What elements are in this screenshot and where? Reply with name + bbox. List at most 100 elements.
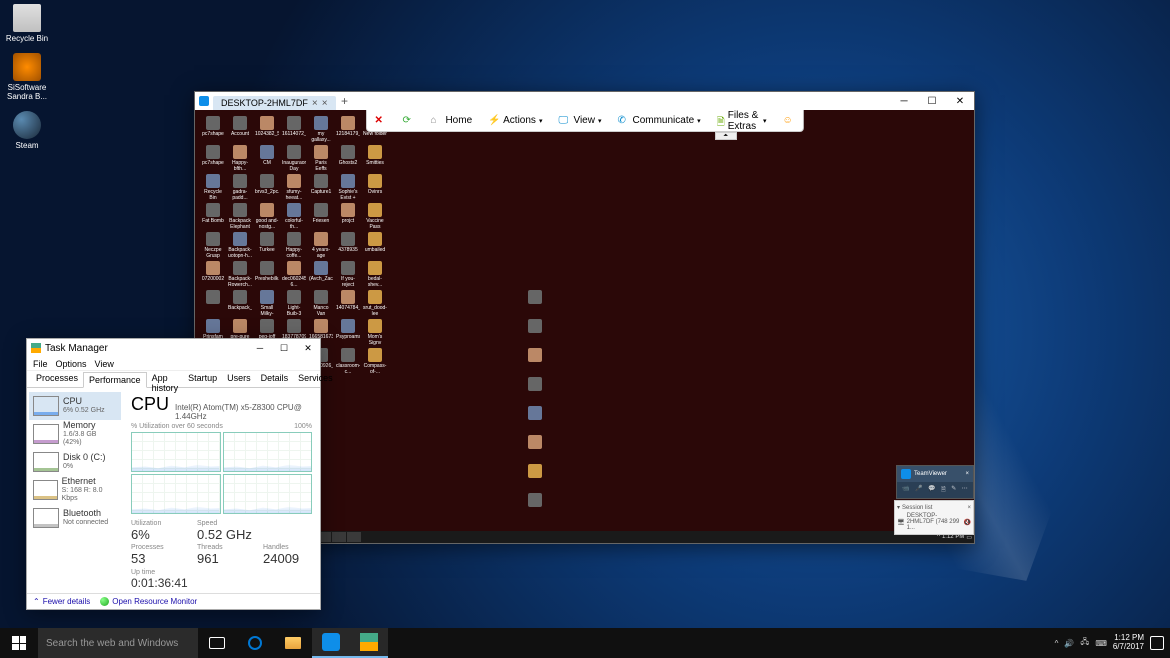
tv-tool-file-icon[interactable]: 🗎 [941,485,946,495]
resource-ethernet[interactable]: EthernetS: 168 R: 8.0 Kbps [29,476,121,504]
file-explorer-taskbar-button[interactable] [274,628,312,658]
task-manager-taskbar-button[interactable] [350,628,388,658]
chevron-down-icon[interactable]: ▾ [897,504,900,511]
remote-desktop-icon[interactable]: Neczpe Grusp [201,232,225,258]
remote-desktop-icon[interactable] [523,348,547,374]
remote-desktop-icon[interactable] [523,377,547,403]
remote-desktop-icon[interactable]: sfumy-heeat... [282,174,306,200]
session-entry[interactable]: DESKTOP-2HML7DF (748 299 1... [907,513,962,531]
teamviewer-home-button[interactable]: ⌂Home [422,110,480,131]
remote-desktop-icon[interactable] [523,435,547,461]
tv-tool-more-icon[interactable]: ⋯ [962,485,968,495]
remote-desktop-icon[interactable]: Paris Eeffs [309,145,333,171]
session-list-close-icon[interactable]: × [967,505,971,511]
remote-desktop-icon[interactable]: Happy-coffe... [282,232,306,258]
remote-desktop-icon[interactable]: Compass-of-... [363,348,387,374]
teamviewer-toolbar-collapse-icon[interactable]: ⏶ [715,132,737,140]
remote-desktop-icon[interactable]: CM [255,145,279,171]
remote-desktop-icon[interactable]: classroom-c... [336,348,360,374]
remote-desktop-icon[interactable]: 14074784_1... [336,290,360,316]
remote-desktop-icon[interactable]: 12184179_1... [336,116,360,142]
menu-options[interactable]: Options [56,359,87,369]
remote-desktop-icon[interactable]: dec060245-6... [282,261,306,287]
session-mute-icon[interactable]: 🔇 [964,519,971,526]
teamviewer-session-tab[interactable]: DESKTOP-2HML7DF × × [213,96,336,110]
remote-desktop-icon[interactable] [523,290,547,316]
resource-memory[interactable]: Memory1.6/3.8 GB (42%) [29,420,121,448]
menu-file[interactable]: File [33,359,48,369]
remote-desktop-icon[interactable]: 16114072_1... [282,116,306,142]
remote-desktop-icon[interactable]: Recycle Bin [201,174,225,200]
open-resource-monitor-link[interactable]: Open Resource Monitor [100,597,197,606]
remote-desktop-icon[interactable] [523,464,547,490]
teamviewer-side-panel[interactable]: TeamViewer × 📹 🎤 💬 🗎 ✎ ⋯ [896,465,974,499]
remote-desktop-icon[interactable]: Mom's Signv [363,319,387,345]
clock[interactable]: 1:12 PM 6/7/2017 [1113,634,1144,652]
menu-view[interactable]: View [95,359,114,369]
remote-desktop-icon[interactable]: Turkee [255,232,279,258]
teamviewer-refresh-button[interactable]: ⟳ [394,110,422,131]
tab-services[interactable]: Services [293,371,338,387]
remote-desktop-icon[interactable]: Preshebilk... [255,261,279,287]
tv-tool-chat-icon[interactable]: 💬 [928,485,935,495]
recycle-bin-icon[interactable]: Recycle Bin [4,4,50,43]
teamviewer-minimize-button[interactable]: ─ [890,92,918,110]
remote-desktop-icon[interactable]: Friesen [309,203,333,229]
remote-desktop-icon[interactable]: Manco Van [309,290,333,316]
remote-desktop-icon[interactable]: Small Milky-Summer [255,290,279,316]
search-input[interactable]: Search the web and Windows [38,628,198,658]
task-manager-titlebar[interactable]: Task Manager ─ ☐ ✕ [27,339,320,357]
remote-desktop-icon[interactable]: Smitties [363,145,387,171]
tab-processes[interactable]: Processes [31,371,83,387]
remote-desktop-icon[interactable]: brvs3_2pc... [255,174,279,200]
remote-desktop-icon[interactable]: my gallaxy... [309,116,333,142]
task-manager-minimize-button[interactable]: ─ [248,339,272,357]
remote-desktop-icon[interactable]: Psyproams [336,319,360,345]
teamviewer-actions-menu[interactable]: ⚡Actions▾ [480,110,550,131]
remote-desktop-icon[interactable]: projct [336,203,360,229]
remote-desktop-icon[interactable]: Capture1 [309,174,333,200]
remote-desktop-icon[interactable]: pc7shape [201,116,225,142]
remote-task-item[interactable] [347,532,361,542]
remote-desktop-icon[interactable]: gadra-padd... [228,174,252,200]
action-center-icon[interactable] [1150,636,1164,650]
start-button[interactable] [0,628,38,658]
tab-app-history[interactable]: App history [147,371,184,387]
teamviewer-files-menu[interactable]: 🗎Files & Extras▾ [709,110,775,131]
tv-tool-mic-icon[interactable]: 🎤 [915,485,922,495]
remote-desktop-icon[interactable]: 4 years-age [309,232,333,258]
teamviewer-tab-close2-icon[interactable]: × [322,98,328,109]
tab-users[interactable]: Users [222,371,256,387]
task-manager-maximize-button[interactable]: ☐ [272,339,296,357]
task-manager-close-button[interactable]: ✕ [296,339,320,357]
teamviewer-close-button[interactable]: ✕ [946,92,974,110]
steam-icon[interactable]: Steam [4,111,50,150]
remote-desktop-icon[interactable]: srut_dood-lee [363,290,387,316]
remote-desktop-icon[interactable]: 07200002 [201,261,225,287]
tray-keyboard-icon[interactable]: ⌨ [1095,639,1107,648]
tv-tool-board-icon[interactable]: ✎ [951,485,956,495]
remote-desktop-icon[interactable]: Ghosts2 [336,145,360,171]
task-view-button[interactable] [198,628,236,658]
remote-desktop-icon[interactable] [201,290,225,316]
remote-desktop-icon[interactable]: Happy-bfth... [228,145,252,171]
tray-volume-icon[interactable]: 🔊 [1064,639,1074,648]
remote-desktop-icon[interactable] [523,319,547,345]
teamviewer-panel-close-icon[interactable]: × [965,471,969,477]
tray-chevron-icon[interactable]: ^ [1055,639,1059,648]
edge-taskbar-button[interactable] [236,628,274,658]
teamviewer-new-tab-button[interactable]: + [338,94,352,108]
teamviewer-taskbar-button[interactable] [312,628,350,658]
remote-desktop-icon[interactable]: Account [228,116,252,142]
remote-desktop-icon[interactable]: good and-nostg... [255,203,279,229]
teamviewer-communicate-menu[interactable]: ✆Communicate▾ [609,110,708,131]
teamviewer-tab-close-icon[interactable]: × [312,98,318,109]
resource-disk[interactable]: Disk 0 (C:)0% [29,448,121,476]
remote-desktop-icon[interactable]: 4378935 [336,232,360,258]
remote-desktop-icon[interactable]: umbailed [363,232,387,258]
remote-desktop-icon[interactable]: Backpack_Car [228,290,252,316]
teamviewer-session-list[interactable]: ▾Session list× 🖥DESKTOP-2HML7DF (748 299… [894,500,974,535]
remote-desktop-icon[interactable] [523,406,547,432]
tab-startup[interactable]: Startup [183,371,222,387]
resource-cpu[interactable]: CPU6% 0.52 GHz [29,392,121,420]
